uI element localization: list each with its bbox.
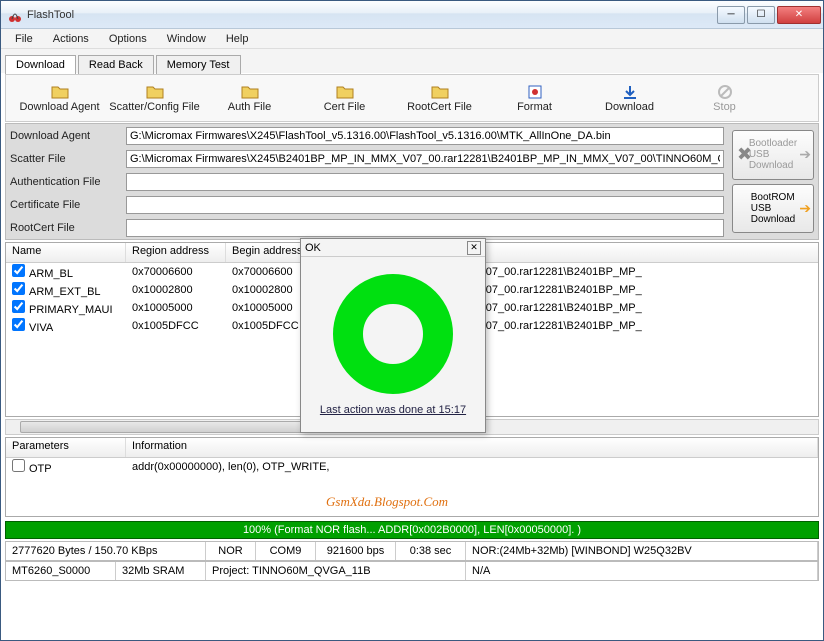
file-fields: Download Agent Scatter File Authenticati… — [5, 123, 819, 240]
status-na: N/A — [466, 562, 818, 580]
bootrom-usb-button[interactable]: BootROMUSBDownload ➔ — [732, 184, 814, 234]
toolbar: Download Agent Scatter/Config File Auth … — [5, 74, 819, 122]
stop-icon — [716, 84, 734, 100]
app-window: FlashTool ─ ☐ ✕ File Actions Options Win… — [0, 0, 824, 641]
menu-window[interactable]: Window — [157, 31, 216, 47]
maximize-button[interactable]: ☐ — [747, 6, 775, 24]
folder-icon — [146, 84, 164, 100]
status-baud: 921600 bps — [316, 542, 396, 560]
tb-stop: Stop — [677, 76, 772, 120]
dialog-close-icon[interactable]: ✕ — [467, 241, 481, 255]
th-info[interactable]: Information — [126, 438, 818, 457]
status-sram: 32Mb SRAM — [116, 562, 206, 580]
success-ring-icon — [333, 274, 453, 394]
th-name[interactable]: Name — [6, 243, 126, 262]
menubar: File Actions Options Window Help — [1, 29, 823, 49]
menu-help[interactable]: Help — [216, 31, 259, 47]
folder-icon — [241, 84, 259, 100]
arrow-right-icon: ➔ — [799, 201, 811, 216]
th-begin[interactable]: Begin address — [226, 243, 311, 262]
watermark: GsmXda.Blogspot.Com — [326, 494, 448, 510]
tb-cert[interactable]: Cert File — [297, 76, 392, 120]
params-table: Parameters Information OTP addr(0x000000… — [5, 437, 819, 517]
th-region[interactable]: Region address — [126, 243, 226, 262]
cert-label: Certificate File — [6, 199, 126, 211]
da-label: Download Agent — [6, 130, 126, 142]
progress-bar: 100% (Format NOR flash... ADDR[0x002B000… — [5, 521, 819, 539]
tabbar: Download Read Back Memory Test — [1, 49, 823, 73]
dialog-title: OK — [305, 242, 321, 254]
ok-dialog: OK ✕ Last action was done at 15:17 — [300, 238, 486, 433]
tb-download-agent[interactable]: Download Agent — [12, 76, 107, 120]
close-button[interactable]: ✕ — [777, 6, 821, 24]
arrow-right-icon: ➔ — [799, 147, 811, 162]
menu-options[interactable]: Options — [99, 31, 157, 47]
row-checkbox[interactable] — [12, 318, 25, 331]
download-icon — [621, 84, 639, 100]
rootcert-input[interactable] — [126, 219, 724, 237]
tb-format[interactable]: Format — [487, 76, 582, 120]
param-row[interactable]: OTP addr(0x00000000), len(0), OTP_WRITE, — [6, 458, 818, 476]
scatter-label: Scatter File — [6, 153, 126, 165]
tb-auth[interactable]: Auth File — [202, 76, 297, 120]
tab-download[interactable]: Download — [5, 55, 76, 74]
cert-input[interactable] — [126, 196, 724, 214]
titlebar: FlashTool ─ ☐ ✕ — [1, 1, 823, 29]
row-checkbox[interactable] — [12, 264, 25, 277]
status-bytes: 2777620 Bytes / 150.70 KBps — [6, 542, 206, 560]
folder-icon — [51, 84, 69, 100]
format-icon — [526, 84, 544, 100]
da-input[interactable] — [126, 127, 724, 145]
scatter-input[interactable] — [126, 150, 724, 168]
otp-checkbox[interactable] — [12, 459, 25, 472]
tab-memtest[interactable]: Memory Test — [156, 55, 241, 74]
status-nor: NOR — [206, 542, 256, 560]
folder-icon — [336, 84, 354, 100]
auth-label: Authentication File — [6, 176, 126, 188]
row-checkbox[interactable] — [12, 282, 25, 295]
close-x-icon: ✖ — [737, 145, 752, 165]
rootcert-label: RootCert File — [6, 222, 126, 234]
app-icon — [7, 7, 23, 23]
tb-scatter[interactable]: Scatter/Config File — [107, 76, 202, 120]
window-title: FlashTool — [27, 9, 717, 21]
status-time: 0:38 sec — [396, 542, 466, 560]
tb-download[interactable]: Download — [582, 76, 677, 120]
tb-rootcert[interactable]: RootCert File — [392, 76, 487, 120]
auth-input[interactable] — [126, 173, 724, 191]
tab-readback[interactable]: Read Back — [78, 55, 154, 74]
row-checkbox[interactable] — [12, 300, 25, 313]
status-chip: NOR:(24Mb+32Mb) [WINBOND] W25Q32BV — [466, 542, 818, 560]
status-com: COM9 — [256, 542, 316, 560]
statusbar: 2777620 Bytes / 150.70 KBps NOR COM9 921… — [5, 541, 819, 581]
menu-actions[interactable]: Actions — [43, 31, 99, 47]
status-project: Project: TINNO60M_QVGA_11B — [206, 562, 466, 580]
dialog-message: Last action was done at 15:17 — [320, 404, 466, 416]
folder-icon — [431, 84, 449, 100]
menu-file[interactable]: File — [5, 31, 43, 47]
minimize-button[interactable]: ─ — [717, 6, 745, 24]
bootloader-usb-button[interactable]: ✖ BootloaderUSBDownload ➔ — [732, 130, 814, 180]
th-params[interactable]: Parameters — [6, 438, 126, 457]
status-mt: MT6260_S0000 — [6, 562, 116, 580]
